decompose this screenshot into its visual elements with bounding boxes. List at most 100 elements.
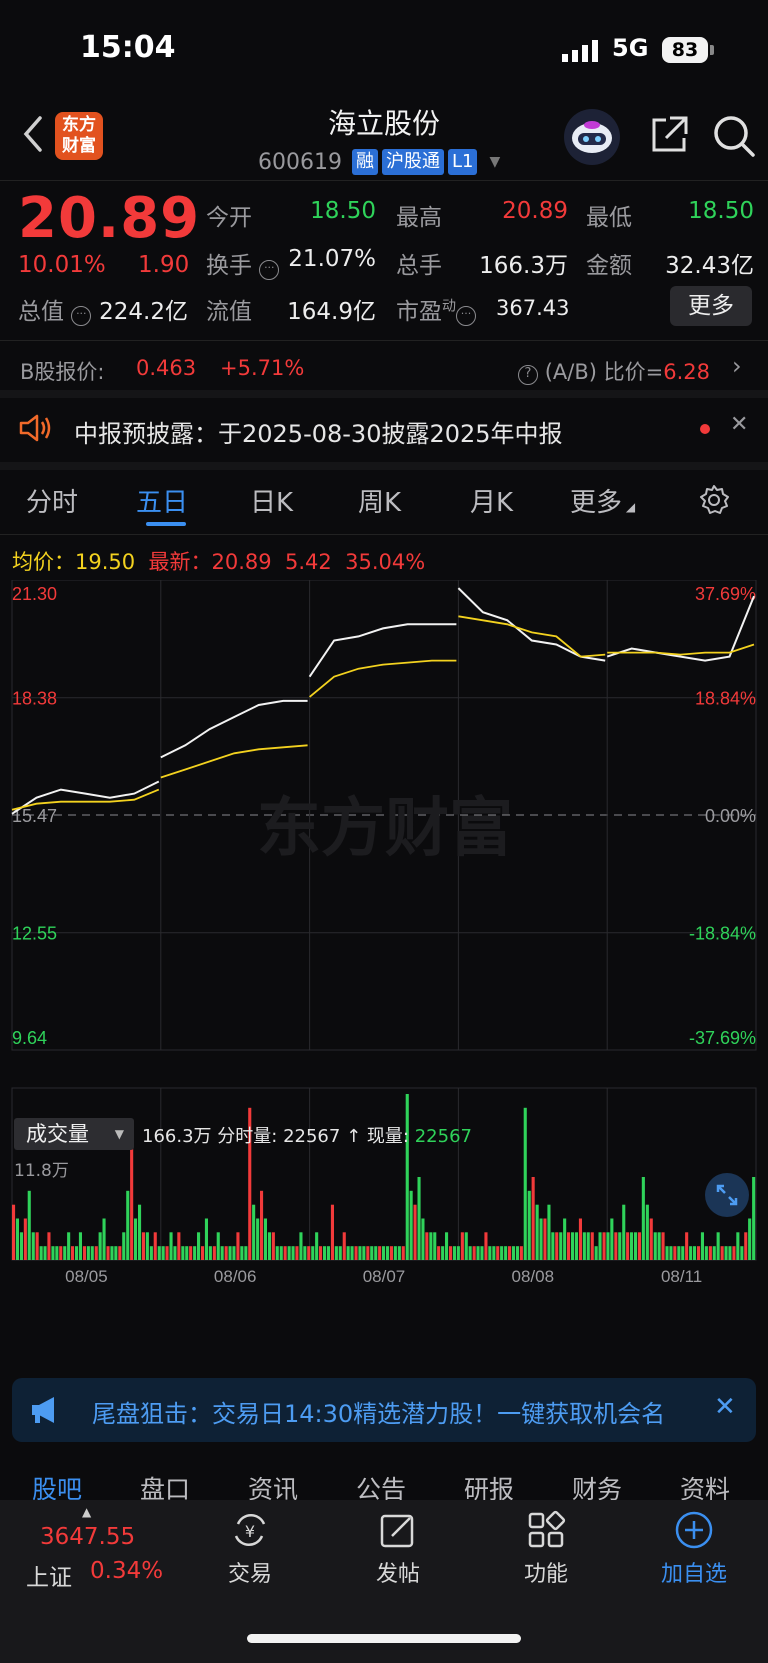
volume-bar — [271, 1232, 275, 1260]
nav-add-watchlist[interactable]: 加自选 — [644, 1556, 744, 1588]
up-arrow-icon: ↑ — [346, 1126, 362, 1147]
expand-icon[interactable] — [704, 1172, 750, 1218]
index-name[interactable]: 上证 — [26, 1558, 72, 1592]
volume-bar — [157, 1246, 161, 1260]
date-label: 08/05 — [65, 1267, 108, 1286]
ab-ratio-label: (A/B) 比价= — [544, 360, 664, 384]
volume-bar — [598, 1232, 602, 1260]
volume-bar — [106, 1246, 110, 1260]
index-value[interactable]: 3647.55 — [40, 1524, 135, 1550]
volume-bar — [149, 1246, 153, 1260]
volume-bar — [661, 1232, 665, 1260]
tab-more[interactable]: 更多 ◢ — [570, 482, 635, 519]
volume-bar — [519, 1246, 523, 1260]
mcap-label[interactable]: 总值 ··· — [18, 292, 92, 326]
volume-bar — [515, 1246, 519, 1260]
volume-bar — [319, 1246, 323, 1260]
y-right-tick: -18.84% — [689, 924, 756, 944]
volume-bar — [78, 1232, 82, 1260]
volume-bar — [43, 1246, 47, 1260]
volume-bar — [19, 1232, 23, 1260]
volume-total: 166.3万 — [142, 1126, 212, 1147]
grid-icon[interactable] — [526, 1510, 566, 1550]
share-icon[interactable] — [648, 114, 690, 156]
b-share-price: 0.463 — [136, 356, 197, 380]
volume-bar — [102, 1218, 106, 1260]
volume-bar — [405, 1094, 409, 1260]
close-icon[interactable]: ✕ — [714, 1392, 736, 1422]
volume-bar — [342, 1232, 346, 1260]
volume-bar — [193, 1246, 197, 1260]
volume-bar — [736, 1232, 740, 1260]
volume-bar — [138, 1204, 142, 1260]
volume-bar — [630, 1232, 634, 1260]
search-icon[interactable] — [712, 114, 756, 158]
volume-indicator-label: 成交量 — [26, 1122, 89, 1146]
volume-bar — [362, 1246, 366, 1260]
nav-trade[interactable]: 交易 — [200, 1556, 300, 1588]
turnover-label[interactable]: 换手 ··· — [206, 246, 280, 280]
volume-bar — [456, 1246, 460, 1260]
gear-icon[interactable] — [698, 484, 730, 516]
b-share-label: B股报价: — [20, 360, 105, 384]
pe-label[interactable]: 市盈动 ··· — [396, 292, 476, 326]
more-button[interactable]: 更多 — [670, 286, 752, 326]
volume-bar — [260, 1190, 264, 1260]
robot-assistant-icon[interactable] — [563, 108, 621, 166]
volume-bar — [240, 1246, 244, 1260]
volume-bar — [449, 1246, 453, 1260]
tab-daily-k[interactable]: 日K — [250, 482, 293, 519]
promo-text[interactable]: 尾盘狙击：交易日14:30精选潜力股！一键获取机会名 — [92, 1394, 696, 1429]
chart-legend: 均价：19.50 最新：20.89 5.42 35.04% — [12, 546, 425, 576]
volume-bar — [189, 1246, 193, 1260]
tab-intraday[interactable]: 分时 — [26, 482, 78, 519]
volume-bar — [299, 1232, 303, 1260]
volume-bar — [67, 1232, 71, 1260]
volume-bar — [161, 1246, 165, 1260]
volume-bar — [177, 1232, 181, 1260]
volume-bar — [602, 1232, 606, 1260]
close-icon[interactable]: ✕ — [730, 412, 748, 437]
volume-bar — [15, 1218, 19, 1260]
volume-bar — [23, 1218, 27, 1260]
volume-indicator-select[interactable]: 成交量 ▼ — [14, 1118, 134, 1150]
stock-code-line[interactable]: 600619 融 沪股通 L1 ▼ — [258, 148, 500, 176]
notice-text[interactable]: 中报预披露：于2025-08-30披露2025年中报 — [74, 414, 563, 449]
volume-bar — [504, 1246, 508, 1260]
tab-five-day[interactable]: 五日 — [136, 482, 188, 519]
tab-monthly-k[interactable]: 月K — [470, 482, 513, 519]
index-percent[interactable]: 0.34% — [90, 1558, 163, 1584]
volume-bar — [134, 1218, 138, 1260]
nav-functions[interactable]: 功能 — [496, 1556, 596, 1588]
volume-bar — [586, 1232, 590, 1260]
nav-post[interactable]: 发帖 — [348, 1556, 448, 1588]
volume-bar — [204, 1218, 208, 1260]
compose-icon[interactable] — [378, 1510, 418, 1550]
ab-ratio[interactable]: ? (A/B) 比价=6.28 — [518, 356, 710, 386]
volume-bar — [429, 1232, 433, 1260]
volume-bar — [90, 1246, 94, 1260]
slot-volume-label: 分时量: — [217, 1126, 278, 1147]
volume-info: 166.3万 分时量: 22567 ↑ 现量: 22567 — [142, 1122, 472, 1148]
level-badge: L1 — [447, 149, 478, 175]
volume-bar — [220, 1246, 224, 1260]
add-circle-icon[interactable] — [674, 1510, 714, 1550]
volume-bar — [126, 1190, 130, 1260]
volume-bar — [527, 1190, 531, 1260]
volume-bar — [555, 1232, 559, 1260]
price-line — [457, 587, 606, 662]
volume-bar — [47, 1232, 51, 1260]
volume-bar — [35, 1232, 39, 1260]
trade-icon[interactable]: ¥ — [230, 1510, 270, 1550]
tab-weekly-k[interactable]: 周K — [358, 482, 401, 519]
y-right-tick: 18.84% — [695, 689, 756, 709]
volume-bar — [720, 1246, 724, 1260]
volume-bar — [669, 1246, 673, 1260]
volume-bar — [693, 1246, 697, 1260]
info-icon: ··· — [456, 306, 476, 326]
volume-bar — [740, 1246, 744, 1260]
volume-bar — [571, 1232, 575, 1260]
chevron-right-icon[interactable]: › — [732, 352, 742, 380]
five-day-chart[interactable]: 东方财富 21.30 37.69%18.38 18.84%15.47 0.00%12.… — [0, 580, 768, 1370]
volume-bar — [370, 1246, 374, 1260]
